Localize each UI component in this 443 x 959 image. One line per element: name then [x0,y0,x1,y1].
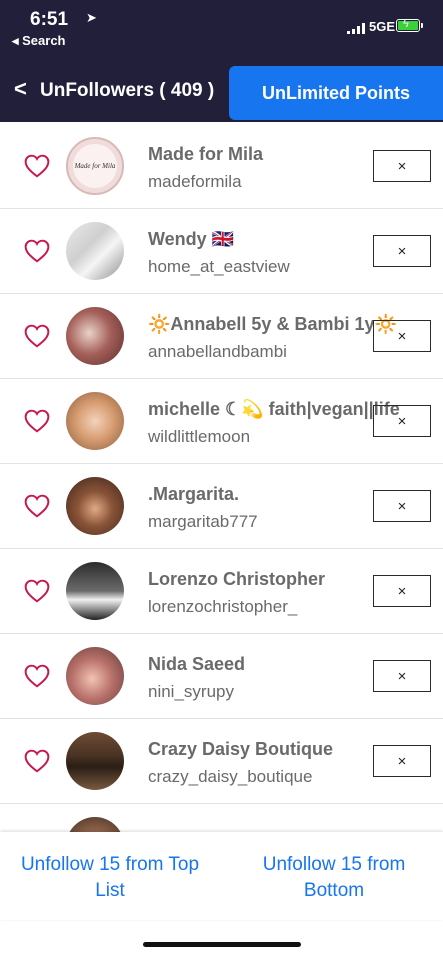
account-name: Nida Saeed [148,654,246,674]
remove-button[interactable]: × [373,235,431,267]
list-item: Made for Mila Made for Mila madeformila … [0,124,443,209]
account-handle: lorenzochristopher_ [148,597,298,616]
account-name: .Margarita. [148,484,240,504]
heart-icon[interactable] [24,663,50,689]
list-item: 🔆Annabell 5y & Bambi 1y🔆 annabellandbamb… [0,294,443,379]
network-type: 5GE [369,19,396,34]
unfollow-top-button[interactable]: Unfollow 15 from Top List [10,852,210,904]
account-handle: madeformila [148,172,242,191]
remove-button[interactable]: × [373,745,431,777]
heart-icon[interactable] [24,323,50,349]
unlimited-points-button[interactable]: UnLimited Points [229,66,443,120]
list-item: Wendy 🇬🇧 home_at_eastview × [0,209,443,294]
avatar[interactable] [66,647,124,705]
avatar[interactable] [66,732,124,790]
heart-icon[interactable] [24,153,50,179]
remove-button[interactable]: × [373,660,431,692]
list-item: michelle ☾💫 faith|vegan||life wildlittle… [0,379,443,464]
remove-button[interactable]: × [373,575,431,607]
account-handle: home_at_eastview [148,257,290,276]
heart-icon[interactable] [24,493,50,519]
unfollowers-list[interactable]: Made for Mila Made for Mila madeformila … [0,124,443,834]
home-indicator[interactable] [143,942,301,947]
account-handle: margaritab777 [148,512,258,531]
account-name: michelle ☾💫 faith|vegan||life [148,399,400,419]
remove-button[interactable]: × [373,490,431,522]
avatar[interactable]: Made for Mila [66,137,124,195]
location-icon: ➤ [86,10,97,25]
page-title: UnFollowers ( 409 ) [40,80,215,101]
status-bar: 6:51 ➤ ◂ Search 5GE ϟ [0,0,443,56]
heart-icon[interactable] [24,408,50,434]
account-name: Wendy 🇬🇧 [148,229,235,249]
list-item: Crazy Daisy Boutique crazy_daisy_boutiqu… [0,719,443,804]
battery-icon: ϟ [396,18,420,32]
unfollow-bottom-button[interactable]: Unfollow 15 from Bottom [234,852,434,904]
signal-icon [347,22,367,34]
back-to-search[interactable]: ◂ Search [12,33,66,49]
chevron-left-icon[interactable]: < [14,76,27,102]
bottom-action-bar: Unfollow 15 from Top List Unfollow 15 fr… [0,832,443,920]
nav-header: < UnFollowers ( 409 ) UnLimited Points [0,56,443,122]
list-item: Nida Saeed nini_syrupy × [0,634,443,719]
account-name: Lorenzo Christopher [148,569,326,589]
avatar[interactable] [66,562,124,620]
remove-button[interactable]: × [373,405,431,437]
heart-icon[interactable] [24,238,50,264]
account-name: Made for Mila [148,144,264,164]
account-handle: nini_syrupy [148,682,234,701]
avatar[interactable] [66,392,124,450]
list-item: .Margarita. margaritab777 × [0,464,443,549]
list-item: Lorenzo Christopher lorenzochristopher_ … [0,549,443,634]
account-handle: wildlittlemoon [148,427,251,446]
clock: 6:51 [30,9,69,30]
account-handle: crazy_daisy_boutique [148,767,313,786]
heart-icon[interactable] [24,578,50,604]
heart-icon[interactable] [24,748,50,774]
avatar[interactable] [66,477,124,535]
list-item [0,804,443,834]
account-name: 🔆Annabell 5y & Bambi 1y🔆 [148,314,397,334]
remove-button[interactable]: × [373,150,431,182]
avatar[interactable] [66,307,124,365]
remove-button[interactable]: × [373,320,431,352]
avatar[interactable] [66,222,124,280]
account-name: Crazy Daisy Boutique [148,739,334,759]
account-handle: annabellandbambi [148,342,287,361]
